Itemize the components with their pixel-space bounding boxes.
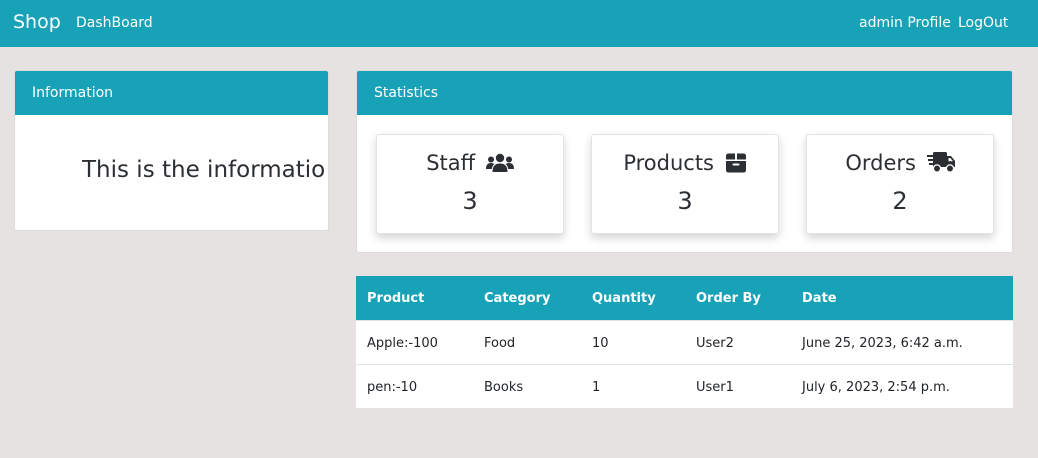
stat-card-products: Products 3 bbox=[591, 134, 779, 234]
users-icon bbox=[485, 153, 514, 172]
stat-title-staff: Staff bbox=[377, 151, 563, 175]
stat-value-staff: 3 bbox=[462, 187, 478, 215]
table-header: Product Category Quantity Order By Date bbox=[356, 276, 1013, 320]
cell-order-by: User1 bbox=[696, 380, 734, 395]
column-header-order-by: Order By bbox=[696, 291, 761, 306]
cell-order-by: User2 bbox=[696, 336, 734, 351]
cell-date: July 6, 2023, 2:54 p.m. bbox=[802, 380, 950, 395]
truck-icon bbox=[926, 152, 955, 173]
stat-label-orders: Orders bbox=[845, 151, 916, 175]
nav-profile-link[interactable]: admin Profile bbox=[859, 15, 951, 31]
stat-label-products: Products bbox=[623, 151, 714, 175]
stat-label-staff: Staff bbox=[426, 151, 476, 175]
cell-category: Books bbox=[484, 380, 524, 395]
orders-table: Product Category Quantity Order By Date … bbox=[356, 276, 1013, 408]
column-header-date: Date bbox=[802, 291, 837, 306]
stat-card-staff: Staff 3 bbox=[376, 134, 564, 234]
cell-quantity: 1 bbox=[592, 380, 601, 395]
nav-logout-link[interactable]: LogOut bbox=[958, 15, 1008, 31]
information-card: Information This is the information bbox=[14, 70, 329, 231]
brand-link[interactable]: Shop bbox=[13, 11, 61, 33]
stat-value-products: 3 bbox=[677, 187, 693, 215]
column-header-quantity: Quantity bbox=[592, 291, 656, 306]
stat-title-products: Products bbox=[592, 151, 778, 175]
information-header: Information bbox=[15, 71, 328, 115]
cell-quantity: 10 bbox=[592, 336, 609, 351]
top-navbar: Shop DashBoard admin Profile LogOut bbox=[0, 0, 1038, 47]
table-row: Apple:-100 Food 10 User2 June 25, 2023, … bbox=[356, 320, 1013, 364]
box-icon bbox=[725, 153, 746, 173]
stat-card-orders: Orders 2 bbox=[806, 134, 994, 234]
information-text: This is the information bbox=[82, 157, 327, 183]
cell-product: Apple:-100 bbox=[367, 336, 438, 351]
column-header-product: Product bbox=[367, 291, 425, 306]
column-header-category: Category bbox=[484, 291, 551, 306]
cell-date: June 25, 2023, 6:42 a.m. bbox=[802, 336, 963, 351]
cell-category: Food bbox=[484, 336, 516, 351]
statistics-card: Statistics Staff 3 Products 3 Orders 2 bbox=[356, 70, 1013, 253]
stat-value-orders: 2 bbox=[892, 187, 908, 215]
stat-title-orders: Orders bbox=[807, 151, 993, 175]
table-row: pen:-10 Books 1 User1 July 6, 2023, 2:54… bbox=[356, 364, 1013, 408]
statistics-header: Statistics bbox=[357, 71, 1012, 115]
cell-product: pen:-10 bbox=[367, 380, 418, 395]
nav-dashboard-link[interactable]: DashBoard bbox=[76, 15, 153, 31]
